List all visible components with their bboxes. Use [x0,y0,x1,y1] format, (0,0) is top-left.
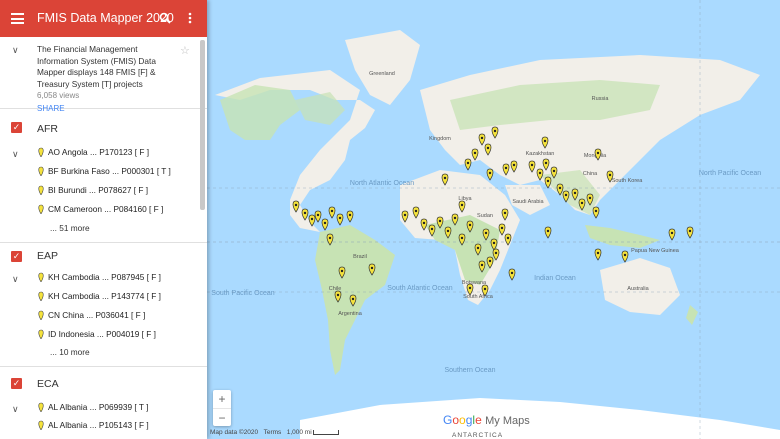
label-australia: Australia [627,286,649,292]
collapse-chevron-icon[interactable]: ∨ [12,45,19,56]
panel-scrollbar[interactable] [200,40,205,210]
label-kingdom: Kingdom [429,136,451,142]
list-item[interactable]: CN China ... P036041 [ F ] [38,310,145,320]
more-items-link[interactable]: ... 51 more [50,223,90,233]
terms-link[interactable]: Terms [264,429,282,436]
list-item-label: KH Cambodia ... P087945 [ F ] [48,272,161,282]
label-southern-ocean: Southern Ocean [445,367,496,374]
pin-icon [38,402,44,412]
list-item[interactable]: KH Cambodia ... P087945 [ F ] [38,272,161,282]
layer-checkbox-eca[interactable]: ✓ [11,378,22,389]
pin-icon [38,166,44,176]
zoom-in-button[interactable]: + [213,390,231,408]
list-item[interactable]: BI Burundi ... P078627 [ F ] [38,185,148,195]
label-north-atlantic: North Atlantic Ocean [350,180,414,187]
description-text: The Financial Management Information Sys… [37,44,156,89]
pin-icon [38,272,44,282]
list-item[interactable]: AO Angola ... P170123 [ F ] [38,147,149,157]
label-greenland: Greenland [369,71,395,77]
list-item-label: AL Albania ... P069939 [ T ] [48,402,149,412]
label-papua: Papua New Guinea [631,248,680,254]
label-south-atlantic: South Atlantic Ocean [387,285,452,292]
label-saudi: Saudi Arabia [512,199,544,205]
app-title: FMIS Data Mapper 2020 [37,11,174,25]
layer-collapse-chevron-icon[interactable]: ∨ [12,404,19,415]
list-item[interactable]: AL Albania ... P105143 [ F ] [38,420,149,430]
list-item-label: AO Angola ... P170123 [ F ] [48,147,150,157]
zoom-control: + − [213,390,231,426]
label-south-korea: South Korea [612,178,644,184]
list-item[interactable]: CM Cameroon ... P084160 [ F ] [38,204,163,214]
label-south-africa: South Africa [463,294,494,300]
google-my-maps-logo: Google My Maps [443,413,530,427]
label-china: China [583,171,598,177]
list-item-label: KH Cambodia ... P143774 [ F ] [48,291,161,301]
app-bar: FMIS Data Mapper 2020 [0,0,207,37]
layer-title-eca: ECA [37,378,59,390]
menu-icon[interactable] [11,13,24,24]
layer-title-eap: EAP [37,250,59,262]
label-russia: Russia [592,96,610,102]
divider [0,366,207,367]
more-items-link[interactable]: ... 10 more [50,347,90,357]
list-item-label: CM Cameroon ... P084160 [ F ] [48,204,164,214]
list-item-label: AL Albania ... P105143 [ F ] [48,420,149,430]
scale-bar [313,429,340,435]
list-item-label: CN China ... P036041 [ F ] [48,310,146,320]
label-north-atlantic-text: North Atlantic Ocean [350,180,414,187]
layer-collapse-chevron-icon[interactable]: ∨ [12,274,19,285]
scale-label: 1,000 mi [286,429,312,436]
pin-icon [38,204,44,214]
label-antarctica: ANTARCTICA [452,432,504,439]
map-data-attribution: Map data ©2020 [210,429,259,436]
list-item-label: BI Burundi ... P078627 [ F ] [48,185,149,195]
pin-icon [38,420,44,430]
label-indian-ocean: Indian Ocean [534,275,576,282]
pin-icon [38,291,44,301]
view-count: 6,058 views [37,91,80,100]
label-kazakhstan: Kazakhstan [526,151,555,157]
list-item[interactable]: ID Indonesia ... P004019 [ F ] [38,329,156,339]
list-item-label: BF Burkina Faso ... P000301 [ T ] [48,166,171,176]
label-brazil: Brazil [353,254,367,260]
pin-icon [38,329,44,339]
pin-icon [38,147,44,157]
list-item-label: ID Indonesia ... P004019 [ F ] [48,329,156,339]
zoom-out-button[interactable]: − [213,408,231,427]
pin-icon [38,185,44,195]
label-sudan: Sudan [477,213,493,219]
layer-checkbox-afr[interactable]: ✓ [11,122,22,133]
more-options-icon[interactable] [183,10,197,26]
layer-collapse-chevron-icon[interactable]: ∨ [12,149,19,160]
share-link[interactable]: SHARE [37,104,199,113]
list-item[interactable]: AL Albania ... P069939 [ T ] [38,402,148,412]
star-icon[interactable]: ☆ [180,44,190,57]
map-description: ∨ ☆ The Financial Management Information… [0,37,207,113]
label-argentina: Argentina [338,311,362,317]
map-footer: Map data ©2020 Terms 1,000 mi [210,429,340,436]
side-panel: FMIS Data Mapper 2020 ∨ ☆ The Financial … [0,0,207,439]
list-item[interactable]: BF Burkina Faso ... P000301 [ T ] [38,166,171,176]
layer-checkbox-eap[interactable]: ✓ [11,251,22,262]
label-south-pacific: South Pacific Ocean [211,290,275,297]
layer-title-afr: AFR [37,123,58,135]
search-icon[interactable] [158,10,172,26]
my-maps-label: My Maps [485,415,530,427]
list-item[interactable]: KH Cambodia ... P143774 [ F ] [38,291,161,301]
divider [0,242,207,243]
pin-icon [38,310,44,320]
label-north-pacific: North Pacific Ocean [699,170,761,177]
